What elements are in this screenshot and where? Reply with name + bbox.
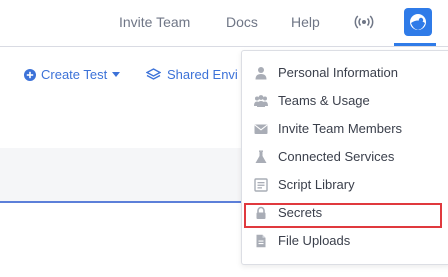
- menu-item-file-uploads[interactable]: File Uploads: [242, 229, 448, 253]
- menu-item-label: Teams & Usage: [278, 93, 370, 108]
- caret-down-icon: [112, 71, 121, 77]
- plus-circle-icon: [24, 68, 36, 81]
- create-test-label: Create Test: [41, 67, 108, 82]
- menu-item-script-library[interactable]: Script Library: [242, 173, 448, 197]
- invite-team-link[interactable]: Invite Team: [119, 14, 190, 30]
- menu-item-label: Connected Services: [278, 149, 395, 164]
- menu-item-label: File Uploads: [278, 233, 351, 248]
- menu-item-teams-usage[interactable]: Teams & Usage: [242, 89, 448, 113]
- menu-item-connected-services[interactable]: Connected Services: [242, 145, 448, 169]
- docs-link[interactable]: Docs: [226, 14, 258, 30]
- flask-icon: [255, 150, 267, 163]
- user-dropdown-menu: Personal Information Teams & Usage Invit…: [241, 50, 448, 265]
- file-icon: [256, 234, 266, 248]
- user-avatar-button[interactable]: [404, 8, 432, 36]
- layers-icon: [146, 67, 161, 80]
- menu-item-invite-team-members[interactable]: Invite Team Members: [242, 117, 448, 141]
- menu-item-label: Script Library: [278, 177, 355, 192]
- top-navigation-bar: Invite Team Docs Help: [0, 0, 448, 47]
- shared-environments-button[interactable]: Shared Envi: [146, 67, 238, 82]
- menu-item-personal-information[interactable]: Personal Information: [242, 61, 448, 85]
- create-test-button[interactable]: Create Test: [24, 67, 121, 82]
- menu-item-label: Invite Team Members: [278, 121, 403, 136]
- person-icon: [255, 67, 267, 80]
- secrets-highlight-box: [244, 203, 442, 228]
- help-link[interactable]: Help: [291, 14, 320, 30]
- team-icon: [254, 95, 268, 107]
- shared-environments-label: Shared Envi: [167, 67, 238, 82]
- envelope-icon: [254, 124, 268, 134]
- broadcast-icon[interactable]: [354, 13, 374, 31]
- active-tab-indicator: [394, 43, 436, 46]
- script-icon: [254, 178, 268, 192]
- menu-item-label: Personal Information: [278, 65, 398, 80]
- user-avatar-icon: [410, 14, 426, 30]
